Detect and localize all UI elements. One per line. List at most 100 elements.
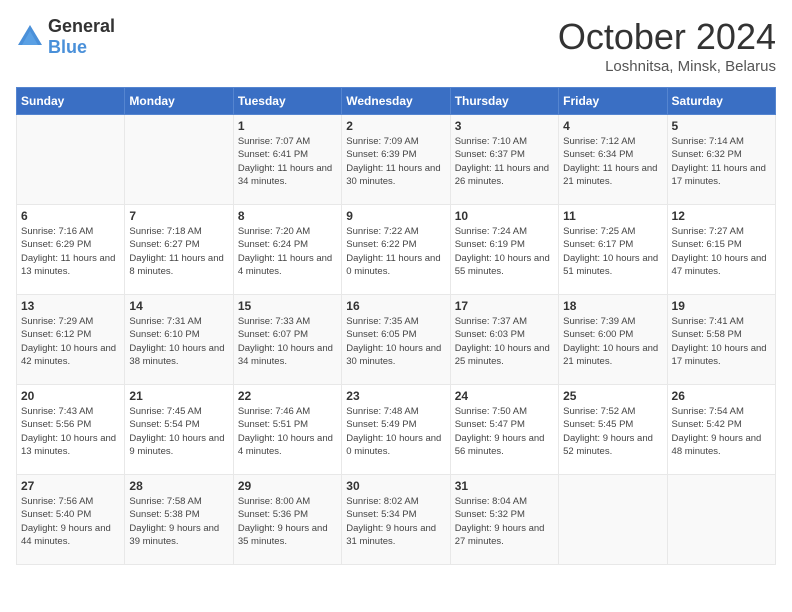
calendar-cell: 4 Sunrise: 7:12 AM Sunset: 6:34 PM Daylig… (559, 115, 667, 205)
cell-daylight-info: Sunrise: 7:50 AM Sunset: 5:47 PM Dayligh… (455, 405, 554, 458)
cell-daylight-info: Sunrise: 7:35 AM Sunset: 6:05 PM Dayligh… (346, 315, 445, 368)
day-number: 30 (346, 479, 445, 493)
day-number: 10 (455, 209, 554, 223)
cell-daylight-info: Sunrise: 7:58 AM Sunset: 5:38 PM Dayligh… (129, 495, 228, 548)
cell-daylight-info: Sunrise: 7:56 AM Sunset: 5:40 PM Dayligh… (21, 495, 120, 548)
month-title: October 2024 (558, 16, 776, 58)
day-number: 12 (672, 209, 771, 223)
calendar-cell: 10 Sunrise: 7:24 AM Sunset: 6:19 PM Dayli… (450, 205, 558, 295)
cell-daylight-info: Sunrise: 7:45 AM Sunset: 5:54 PM Dayligh… (129, 405, 228, 458)
day-number: 19 (672, 299, 771, 313)
weekday-header: Tuesday (233, 88, 341, 115)
cell-daylight-info: Sunrise: 7:41 AM Sunset: 5:58 PM Dayligh… (672, 315, 771, 368)
cell-daylight-info: Sunrise: 8:00 AM Sunset: 5:36 PM Dayligh… (238, 495, 337, 548)
calendar-cell: 3 Sunrise: 7:10 AM Sunset: 6:37 PM Daylig… (450, 115, 558, 205)
day-number: 20 (21, 389, 120, 403)
calendar-cell (125, 115, 233, 205)
calendar-week-row: 1 Sunrise: 7:07 AM Sunset: 6:41 PM Daylig… (17, 115, 776, 205)
calendar-cell (17, 115, 125, 205)
cell-daylight-info: Sunrise: 7:48 AM Sunset: 5:49 PM Dayligh… (346, 405, 445, 458)
calendar-cell: 7 Sunrise: 7:18 AM Sunset: 6:27 PM Daylig… (125, 205, 233, 295)
cell-daylight-info: Sunrise: 7:09 AM Sunset: 6:39 PM Dayligh… (346, 135, 445, 188)
calendar-cell: 24 Sunrise: 7:50 AM Sunset: 5:47 PM Dayli… (450, 385, 558, 475)
cell-daylight-info: Sunrise: 8:02 AM Sunset: 5:34 PM Dayligh… (346, 495, 445, 548)
cell-daylight-info: Sunrise: 7:46 AM Sunset: 5:51 PM Dayligh… (238, 405, 337, 458)
calendar-cell (559, 475, 667, 565)
calendar-cell: 20Sunrise: 7:43 AM Sunset: 5:56 PM Dayli… (17, 385, 125, 475)
calendar-cell: 15 Sunrise: 7:33 AM Sunset: 6:07 PM Dayli… (233, 295, 341, 385)
calendar-cell: 12 Sunrise: 7:27 AM Sunset: 6:15 PM Dayli… (667, 205, 775, 295)
calendar-cell: 13 Sunrise: 7:29 AM Sunset: 6:12 PM Dayli… (17, 295, 125, 385)
day-number: 18 (563, 299, 662, 313)
cell-daylight-info: Sunrise: 7:14 AM Sunset: 6:32 PM Dayligh… (672, 135, 771, 188)
day-number: 1 (238, 119, 337, 133)
calendar-cell: 2 Sunrise: 7:09 AM Sunset: 6:39 PM Daylig… (342, 115, 450, 205)
logo: General Blue (16, 16, 115, 58)
cell-daylight-info: Sunrise: 7:52 AM Sunset: 5:45 PM Dayligh… (563, 405, 662, 458)
cell-daylight-info: Sunrise: 7:33 AM Sunset: 6:07 PM Dayligh… (238, 315, 337, 368)
logo-general: General (48, 16, 115, 36)
calendar-week-row: 27Sunrise: 7:56 AM Sunset: 5:40 PM Dayli… (17, 475, 776, 565)
cell-daylight-info: Sunrise: 7:31 AM Sunset: 6:10 PM Dayligh… (129, 315, 228, 368)
page-header: General Blue October 2024 Loshnitsa, Min… (16, 16, 776, 75)
calendar-cell: 29 Sunrise: 8:00 AM Sunset: 5:36 PM Dayli… (233, 475, 341, 565)
day-number: 24 (455, 389, 554, 403)
calendar-cell: 11 Sunrise: 7:25 AM Sunset: 6:17 PM Dayli… (559, 205, 667, 295)
calendar-cell: 22Sunrise: 7:46 AM Sunset: 5:51 PM Dayli… (233, 385, 341, 475)
calendar-cell: 14 Sunrise: 7:31 AM Sunset: 6:10 PM Dayli… (125, 295, 233, 385)
cell-daylight-info: Sunrise: 7:54 AM Sunset: 5:42 PM Dayligh… (672, 405, 771, 458)
cell-daylight-info: Sunrise: 7:20 AM Sunset: 6:24 PM Dayligh… (238, 225, 337, 278)
calendar-cell: 19 Sunrise: 7:41 AM Sunset: 5:58 PM Dayli… (667, 295, 775, 385)
day-number: 7 (129, 209, 228, 223)
logo-text: General Blue (48, 16, 115, 58)
day-number: 11 (563, 209, 662, 223)
day-number: 26 (672, 389, 771, 403)
day-number: 13 (21, 299, 120, 313)
calendar-cell: 18 Sunrise: 7:39 AM Sunset: 6:00 PM Dayli… (559, 295, 667, 385)
day-number: 8 (238, 209, 337, 223)
cell-daylight-info: Sunrise: 7:12 AM Sunset: 6:34 PM Dayligh… (563, 135, 662, 188)
cell-daylight-info: Sunrise: 7:07 AM Sunset: 6:41 PM Dayligh… (238, 135, 337, 188)
calendar-cell: 30 Sunrise: 8:02 AM Sunset: 5:34 PM Dayli… (342, 475, 450, 565)
cell-daylight-info: Sunrise: 7:24 AM Sunset: 6:19 PM Dayligh… (455, 225, 554, 278)
weekday-header: Saturday (667, 88, 775, 115)
calendar-cell: 9Sunrise: 7:22 AM Sunset: 6:22 PM Daylig… (342, 205, 450, 295)
calendar-cell: 25 Sunrise: 7:52 AM Sunset: 5:45 PM Dayli… (559, 385, 667, 475)
day-number: 14 (129, 299, 228, 313)
day-number: 5 (672, 119, 771, 133)
calendar-cell (667, 475, 775, 565)
calendar-cell: 1 Sunrise: 7:07 AM Sunset: 6:41 PM Daylig… (233, 115, 341, 205)
calendar-cell: 26 Sunrise: 7:54 AM Sunset: 5:42 PM Dayli… (667, 385, 775, 475)
calendar-cell: 17Sunrise: 7:37 AM Sunset: 6:03 PM Dayli… (450, 295, 558, 385)
day-number: 6 (21, 209, 120, 223)
cell-daylight-info: Sunrise: 7:37 AM Sunset: 6:03 PM Dayligh… (455, 315, 554, 368)
calendar-cell: 8 Sunrise: 7:20 AM Sunset: 6:24 PM Daylig… (233, 205, 341, 295)
day-number: 31 (455, 479, 554, 493)
day-number: 15 (238, 299, 337, 313)
weekday-header: Thursday (450, 88, 558, 115)
location: Loshnitsa, Minsk, Belarus (558, 58, 776, 75)
day-number: 28 (129, 479, 228, 493)
weekday-header: Wednesday (342, 88, 450, 115)
day-number: 4 (563, 119, 662, 133)
cell-daylight-info: Sunrise: 7:10 AM Sunset: 6:37 PM Dayligh… (455, 135, 554, 188)
cell-daylight-info: Sunrise: 7:29 AM Sunset: 6:12 PM Dayligh… (21, 315, 120, 368)
cell-daylight-info: Sunrise: 7:18 AM Sunset: 6:27 PM Dayligh… (129, 225, 228, 278)
weekday-header: Sunday (17, 88, 125, 115)
calendar-cell: 31Sunrise: 8:04 AM Sunset: 5:32 PM Dayli… (450, 475, 558, 565)
day-number: 21 (129, 389, 228, 403)
day-number: 2 (346, 119, 445, 133)
day-number: 16 (346, 299, 445, 313)
day-number: 9 (346, 209, 445, 223)
day-number: 29 (238, 479, 337, 493)
calendar-cell: 5 Sunrise: 7:14 AM Sunset: 6:32 PM Daylig… (667, 115, 775, 205)
day-number: 3 (455, 119, 554, 133)
cell-daylight-info: Sunrise: 7:27 AM Sunset: 6:15 PM Dayligh… (672, 225, 771, 278)
calendar-table: SundayMondayTuesdayWednesdayThursdayFrid… (16, 87, 776, 565)
day-number: 25 (563, 389, 662, 403)
calendar-cell: 6Sunrise: 7:16 AM Sunset: 6:29 PM Daylig… (17, 205, 125, 295)
cell-daylight-info: Sunrise: 7:39 AM Sunset: 6:00 PM Dayligh… (563, 315, 662, 368)
cell-daylight-info: Sunrise: 7:25 AM Sunset: 6:17 PM Dayligh… (563, 225, 662, 278)
calendar-cell: 23Sunrise: 7:48 AM Sunset: 5:49 PM Dayli… (342, 385, 450, 475)
calendar-cell: 28 Sunrise: 7:58 AM Sunset: 5:38 PM Dayli… (125, 475, 233, 565)
